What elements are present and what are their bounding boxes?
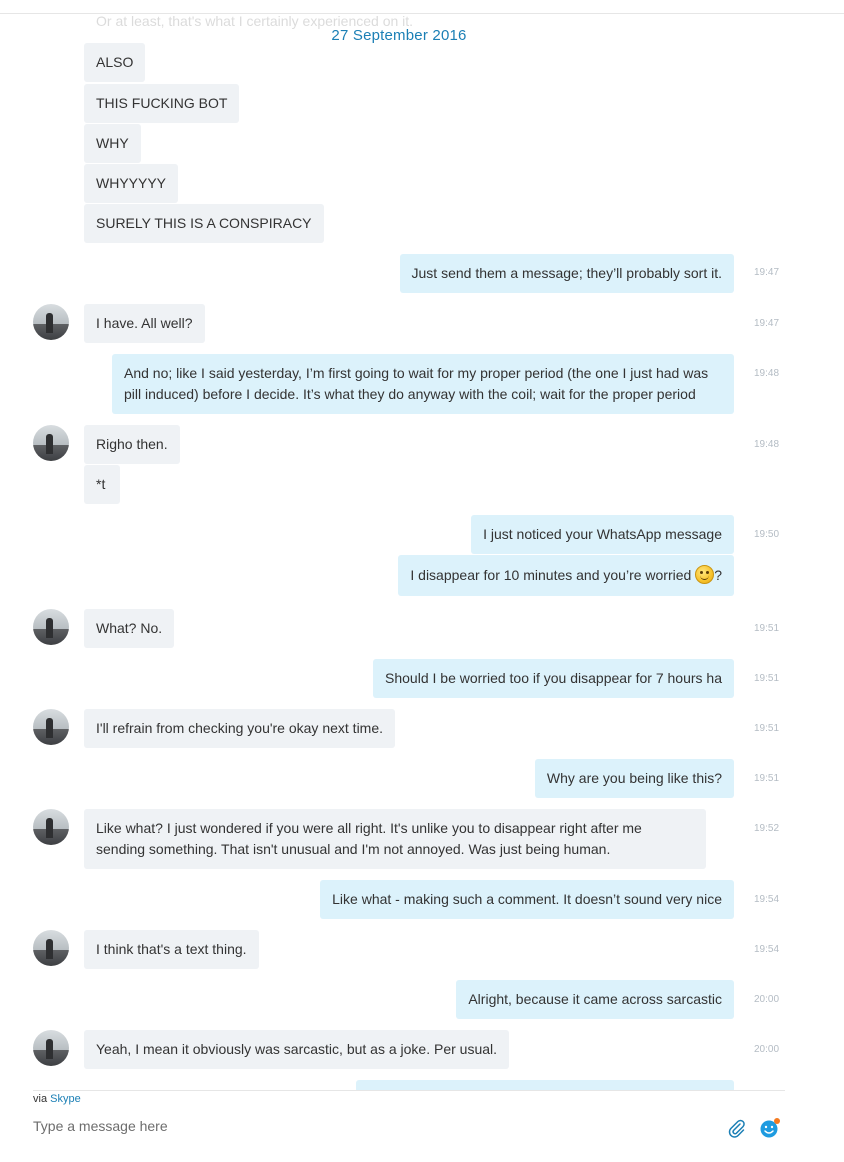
message-timestamp: 19:51 [754, 773, 780, 784]
message-bubble-out[interactable]: I disappear for 10 minutes and you’re wo… [398, 555, 734, 596]
composer: via Skype [0, 1090, 844, 1162]
contact-avatar[interactable] [33, 304, 69, 340]
message-bubble-in[interactable]: SURELY THIS IS A CONSPIRACY [84, 204, 324, 243]
message-timestamp: 19:51 [754, 623, 780, 634]
contact-avatar[interactable] [33, 809, 69, 845]
via-service-label: via Skype [33, 1093, 81, 1105]
message-bubble-in[interactable]: Yeah, I mean it obviously was sarcastic,… [84, 1030, 510, 1069]
via-skype-link[interactable]: Skype [50, 1093, 81, 1105]
message-timestamp: 19:54 [754, 944, 780, 955]
message-input[interactable] [33, 1114, 713, 1138]
date-separator: 27 September 2016 [331, 27, 467, 44]
message-bubble-in[interactable]: I'll refrain from checking you're okay n… [84, 709, 396, 748]
message-bubble-out[interactable]: Like what - making such a comment. It do… [320, 880, 734, 919]
contact-avatar[interactable] [33, 930, 69, 966]
message-timestamp: 19:51 [754, 723, 780, 734]
message-bubble-in[interactable]: Righo then. [84, 425, 180, 464]
contact-avatar[interactable] [33, 609, 69, 645]
message-bubble-out[interactable]: Just send them a message; they’ll probab… [399, 254, 734, 293]
message-bubble-out[interactable]: Why are you being like this? [534, 759, 734, 798]
message-bubble-out-partial[interactable] [356, 1080, 734, 1090]
contact-avatar[interactable] [33, 425, 69, 461]
message-bubble-in[interactable]: WHYYYYY [84, 164, 179, 203]
message-text: I disappear for 10 minutes and you’re wo… [410, 567, 696, 583]
message-bubble-in[interactable]: WHY [84, 124, 141, 163]
via-prefix: via [33, 1093, 48, 1105]
message-bubble-out[interactable]: Should I be worried too if you disappear… [373, 659, 734, 698]
contact-avatar[interactable] [33, 1030, 69, 1066]
message-timestamp: 19:50 [754, 529, 780, 540]
message-bubble-out[interactable]: Alright, because it came across sarcasti… [456, 980, 734, 1019]
message-bubble-out[interactable]: I just noticed your WhatsApp message [471, 515, 734, 554]
conversation-pane[interactable]: Or at least, that's what I certainly exp… [0, 0, 844, 1090]
emoticon-icon[interactable] [758, 1116, 782, 1140]
message-bubble-in[interactable]: What? No. [84, 609, 175, 648]
message-bubble-in[interactable]: ALSO [84, 43, 146, 82]
message-timestamp: 19:48 [754, 439, 780, 450]
message-bubble-out[interactable]: And no; like I said yesterday, I’m first… [112, 354, 734, 414]
contact-avatar[interactable] [33, 709, 69, 745]
message-timestamp: 19:52 [754, 823, 780, 834]
message-timestamp: 19:47 [754, 318, 780, 329]
message-bubble-in[interactable]: Like what? I just wondered if you were a… [84, 809, 706, 869]
message-bubble-in[interactable]: I think that's a text thing. [84, 930, 259, 969]
message-bubble-in[interactable]: I have. All well? [84, 304, 205, 343]
message-bubble-in[interactable]: THIS FUCKING BOT [84, 84, 240, 123]
message-timestamp: 20:00 [754, 1044, 780, 1055]
message-timestamp: 19:54 [754, 894, 780, 905]
composer-divider [33, 1090, 785, 1091]
message-timestamp: 19:48 [754, 368, 780, 379]
smile-emoji-icon [695, 565, 715, 585]
message-bubble-in[interactable]: *t [84, 465, 120, 504]
message-timestamp: 19:47 [754, 267, 780, 278]
chat-window: Or at least, that's what I certainly exp… [0, 0, 844, 1162]
message-timestamp: 19:51 [754, 673, 780, 684]
message-timestamp: 20:00 [754, 994, 780, 1005]
paperclip-icon[interactable] [725, 1117, 747, 1139]
message-text: ? [714, 567, 722, 583]
